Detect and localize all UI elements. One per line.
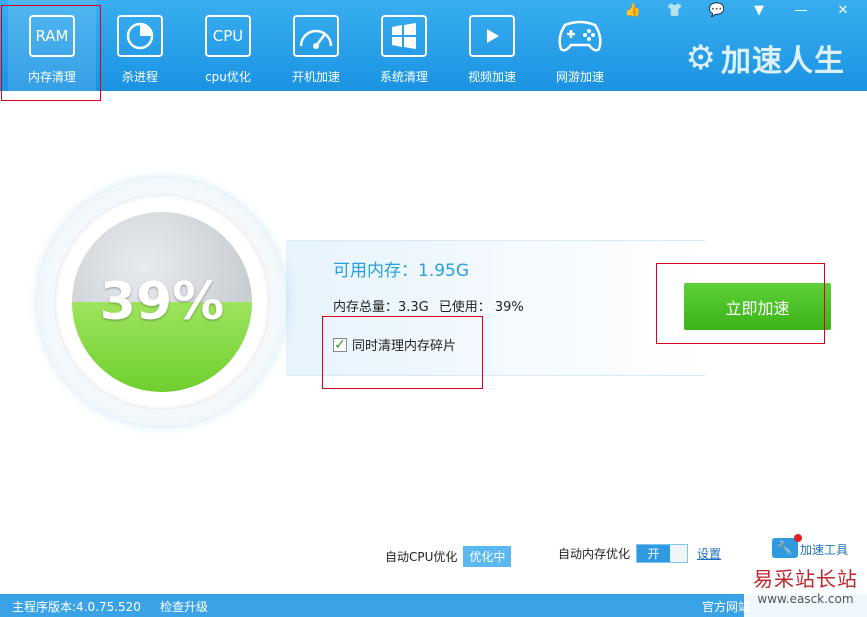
speed-tools[interactable]: 🔧 加速工具 [772, 534, 849, 558]
nav-label: 视频加速 [467, 70, 516, 84]
status-bar: 主程序版本:4.0.75.520 检查升级 官方网站 [0, 594, 867, 617]
memory-used: 已使用： 39% [438, 300, 524, 315]
close-icon[interactable]: ✕ [827, 2, 859, 18]
auto-cpu-label: 自动CPU优化 [385, 550, 458, 564]
nav-label: 网游加速 [555, 70, 604, 84]
auto-mem-toggle[interactable]: 开 [636, 544, 689, 563]
highlight-box-checkbox [322, 316, 483, 389]
memory-total: 内存总量：3.3G [333, 300, 429, 315]
minimize-icon[interactable]: — [785, 2, 817, 18]
official-site-link[interactable]: 官方网站 [702, 598, 750, 615]
auto-mem-label: 自动内存优化 [558, 547, 631, 561]
highlight-box-button [656, 263, 825, 344]
nav-game-speed[interactable]: 网游加速 [536, 0, 624, 91]
watermark: 易采站长站 www.easck.com [744, 563, 867, 617]
brand-logo: ⚙ 加速人生 [686, 36, 845, 80]
message-icon[interactable]: 💬 [701, 2, 733, 18]
memory-percent-text: 39% [99, 272, 225, 332]
nav-boot-speed[interactable]: 开机加速 [272, 0, 360, 91]
auto-cpu-state-badge[interactable]: 优化中 [463, 546, 512, 567]
watermark-cn: 易采站长站 [753, 567, 858, 591]
brand-name: 加速人生 [721, 44, 845, 79]
available-memory: 可用内存：1.95G [333, 261, 470, 281]
gear-icon: ⚙ [685, 38, 717, 78]
auto-cpu-optimize: 自动CPU优化 优化中 [385, 546, 512, 567]
toolbox-icon: 🔧 [772, 534, 802, 558]
toggle-off-area [670, 545, 688, 562]
shirt-icon[interactable]: 👕 [659, 2, 691, 18]
nav-kill-process[interactable]: 杀进程 [96, 0, 184, 91]
gamepad-icon [557, 15, 603, 57]
speedometer-icon [293, 15, 339, 57]
nav-label: 开机加速 [291, 70, 340, 84]
nav-cpu-optimize[interactable]: CPU cpu优化 [184, 0, 272, 91]
nav-label: cpu优化 [205, 70, 251, 84]
top-header: RAM 内存清理 杀进程 CPU cpu优化 开机加速 系统清理 视频加速 网游… [0, 0, 867, 91]
settings-link[interactable]: 设置 [697, 545, 721, 562]
pie-chart-icon [117, 15, 163, 57]
highlight-box-nav [1, 5, 101, 101]
menu-icon[interactable]: ▼ [743, 2, 775, 18]
toggle-on: 开 [637, 545, 671, 562]
windows-icon [381, 15, 427, 57]
watermark-en: www.easck.com [757, 592, 854, 606]
nav-label: 杀进程 [121, 70, 158, 84]
window-controls: 👍 👕 💬 ▼ — ✕ [617, 2, 859, 18]
nav-video-speed[interactable]: 视频加速 [448, 0, 536, 91]
version-text: 主程序版本:4.0.75.520 [12, 600, 141, 614]
notification-dot [794, 534, 802, 542]
nav-label: 系统清理 [379, 70, 428, 84]
play-icon [469, 15, 515, 57]
thumbs-up-icon[interactable]: 👍 [617, 2, 649, 18]
nav-system-clean[interactable]: 系统清理 [360, 0, 448, 91]
tools-label: 加速工具 [800, 543, 849, 557]
check-update-link[interactable]: 检查升级 [160, 598, 208, 615]
auto-memory-optimize: 自动内存优化 开 设置 [558, 544, 721, 563]
memory-stats: 内存总量：3.3G 已使用： 39% [333, 296, 534, 315]
cpu-icon: CPU [205, 15, 251, 57]
